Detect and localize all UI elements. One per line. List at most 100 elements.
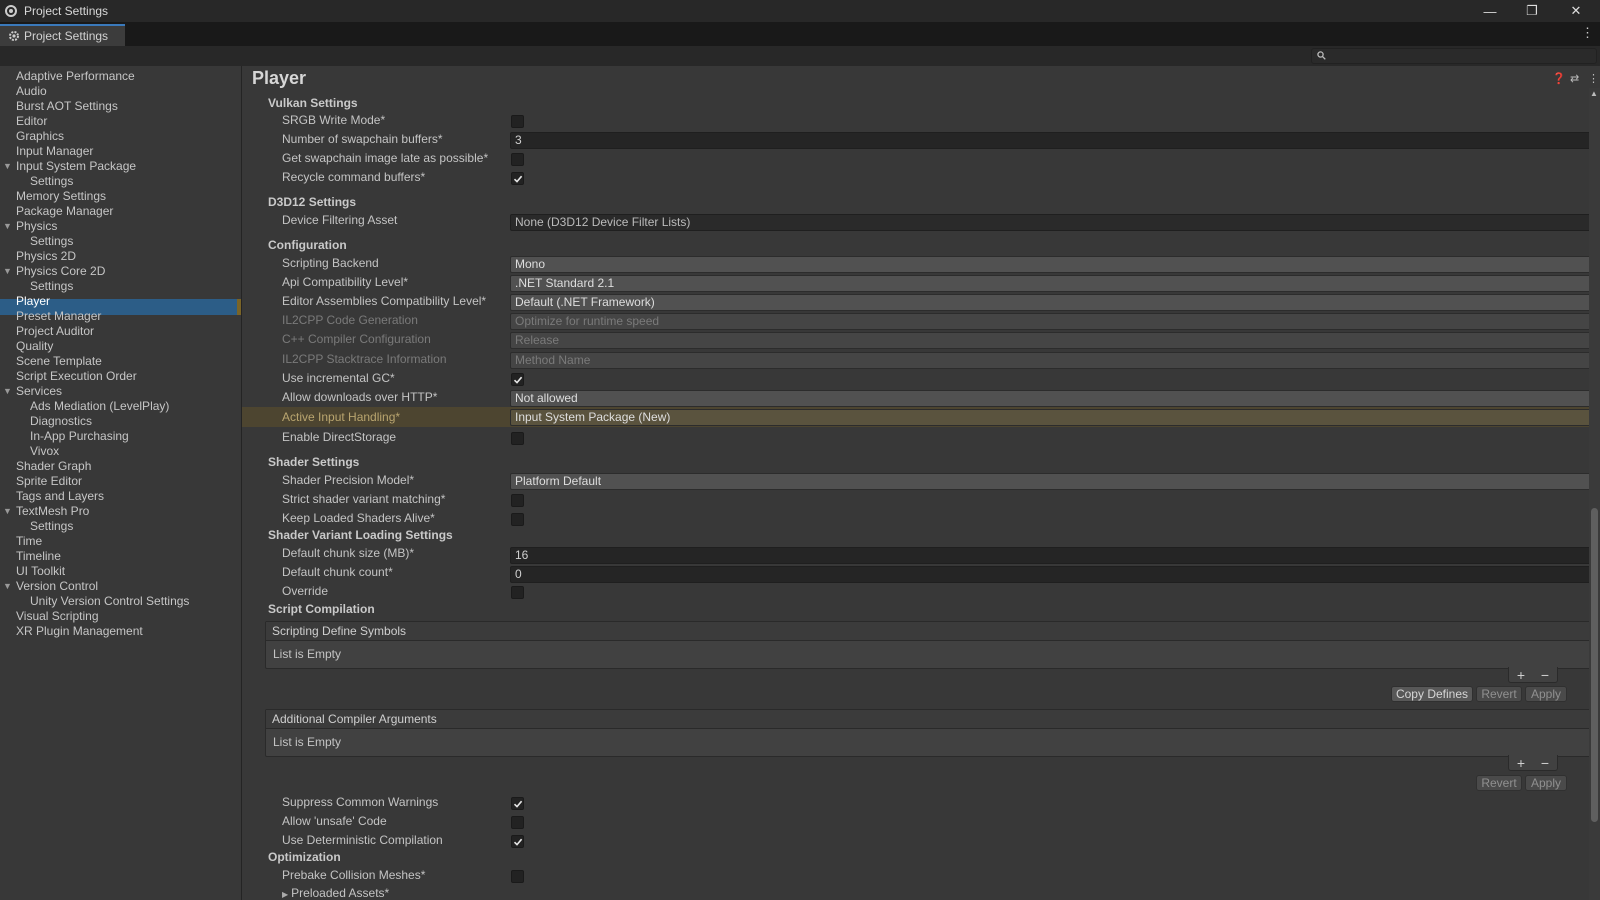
override-checkbox[interactable] [511,586,524,599]
scroll-up-icon[interactable]: ▲ [1590,89,1598,98]
foldout-arrow-icon[interactable]: ▼ [3,384,12,399]
foldout-arrow-icon[interactable]: ▼ [3,579,12,594]
remove-icon[interactable]: − [1541,755,1549,771]
sidebar-item[interactable]: ▼ Services [3,384,62,399]
prebake-meshes-checkbox[interactable] [511,870,524,883]
active-input-handling-dropdown[interactable]: Input System Package (New)▼ [510,409,1600,426]
tab-project-settings[interactable]: Project Settings [0,24,125,46]
sidebar-item[interactable]: Physics 2D [16,249,76,264]
device-filtering-field[interactable]: None (D3D12 Device Filter Lists) [510,214,1600,231]
sidebar-item[interactable]: Settings [30,279,73,294]
swapchain-buffers-field[interactable]: 3 [510,132,1600,149]
preloaded-assets-foldout[interactable]: ▶ Preloaded Assets* [282,885,389,900]
preset-icon[interactable]: ⇄ [1570,72,1579,85]
suppress-warnings-checkbox[interactable] [511,797,524,810]
sidebar-item[interactable]: XR Plugin Management [16,624,143,639]
sidebar-item[interactable]: ▼ Version Control [3,579,98,594]
args-apply-button[interactable]: Apply [1525,775,1567,791]
sidebar-item[interactable]: ▼ TextMesh Pro [3,504,89,519]
defines-apply-button[interactable]: Apply [1525,686,1567,702]
sidebar-item[interactable]: Tags and Layers [16,489,104,504]
recycle-buffers-checkbox[interactable] [511,172,524,185]
sidebar-item[interactable]: Package Manager [16,204,113,219]
foldout-arrow-icon[interactable]: ▼ [3,159,12,174]
sidebar-item-label: Memory Settings [16,189,107,203]
http-downloads-dropdown[interactable]: Not allowed▼ [510,390,1600,407]
incremental-gc-checkbox[interactable] [511,373,524,386]
sidebar-item[interactable]: ▼ Input System Package [3,159,136,174]
minimize-button[interactable]: — [1470,0,1510,22]
defines-revert-button[interactable]: Revert [1476,686,1522,702]
sidebar-item[interactable]: Shader Graph [16,459,91,474]
sidebar-item[interactable]: Burst AOT Settings [16,99,118,114]
foldout-arrow-icon[interactable]: ▼ [3,504,12,519]
search-input[interactable] [1311,48,1597,64]
close-button[interactable]: ✕ [1556,0,1596,22]
sidebar-item[interactable]: Quality [16,339,53,354]
sidebar-item[interactable]: ▼ Physics [3,219,57,234]
sidebar-item-label: Package Manager [16,204,114,218]
sidebar-item[interactable]: Visual Scripting [16,609,99,624]
sidebar-item[interactable]: Settings [30,234,73,249]
sidebar-item[interactable]: ▼ Physics Core 2D [3,264,105,279]
args-revert-button[interactable]: Revert [1476,775,1522,791]
editor-assemblies-dropdown[interactable]: Default (.NET Framework)▼ [510,294,1600,311]
scrollbar-thumb[interactable] [1591,508,1598,822]
maximize-button[interactable]: ❐ [1512,0,1552,22]
keep-shaders-checkbox[interactable] [511,513,524,526]
sidebar-item[interactable]: Player [16,294,50,309]
sidebar-item[interactable]: Timeline [16,549,61,564]
sidebar-item[interactable]: Audio [16,84,47,99]
window-menu-icon[interactable]: ⋮ [1581,25,1594,41]
add-icon[interactable]: + [1517,755,1525,771]
deterministic-checkbox[interactable] [511,835,524,848]
chunk-count-field[interactable]: 0 [510,566,1600,583]
strict-variant-checkbox[interactable] [511,494,524,507]
sidebar-item[interactable]: Settings [30,519,73,534]
sidebar-item[interactable]: UI Toolkit [16,564,65,579]
remove-icon[interactable]: − [1541,667,1549,683]
sidebar-item[interactable]: Script Execution Order [16,369,137,384]
tab-label: Project Settings [24,29,109,43]
sidebar-item[interactable]: Graphics [16,129,64,144]
sidebar-item[interactable]: Diagnostics [30,414,92,429]
sidebar-item-label: Script Execution Order [16,369,137,383]
foldout-arrow-icon[interactable]: ▼ [3,264,12,279]
sidebar-item[interactable]: Preset Manager [16,309,101,324]
sidebar-item[interactable]: Adaptive Performance [16,69,135,84]
sidebar-item[interactable]: Memory Settings [16,189,106,204]
active-input-handling-value: Input System Package (New) [515,410,671,424]
sidebar-item[interactable]: Settings [30,174,73,189]
compiler-args-header: Additional Compiler Arguments [266,710,1600,729]
shader-precision-dropdown[interactable]: Platform Default▼ [510,473,1600,490]
sidebar-item[interactable]: Vivox [30,444,59,459]
sidebar-item[interactable]: Sprite Editor [16,474,82,489]
sidebar-item[interactable]: Project Auditor [16,324,94,339]
more-options-icon[interactable]: ⋮ [1588,72,1599,85]
scripting-backend-dropdown[interactable]: Mono▼ [510,256,1600,273]
il2cpp-stacktrace-dropdown: Method Name▼ [510,352,1600,369]
chunk-size-field[interactable]: 16 [510,547,1600,564]
help-icon[interactable]: ❓ [1552,72,1566,85]
sidebar-item[interactable]: Unity Version Control Settings [30,594,189,609]
foldout-arrow-icon[interactable]: ▼ [3,219,12,234]
shader-precision-value: Platform Default [515,474,602,488]
sidebar-item-label: Input Manager [16,144,94,158]
sidebar-item[interactable]: Ads Mediation (LevelPlay) [30,399,169,414]
swapchain-late-checkbox[interactable] [511,153,524,166]
vertical-scrollbar[interactable]: ▲ [1589,88,1600,900]
sidebar-item-label: UI Toolkit [16,564,66,578]
unsafe-code-checkbox[interactable] [511,816,524,829]
checkmark-icon [513,838,523,846]
sidebar-item[interactable]: Time [16,534,42,549]
sidebar-item[interactable]: In-App Purchasing [30,429,129,444]
define-symbols-list-controls: + − [1508,667,1558,683]
srgb-write-mode-checkbox[interactable] [511,115,524,128]
sidebar-item[interactable]: Scene Template [16,354,102,369]
sidebar-item[interactable]: Input Manager [16,144,93,159]
sidebar-item[interactable]: Editor [16,114,47,129]
api-compat-dropdown[interactable]: .NET Standard 2.1▼ [510,275,1600,292]
add-icon[interactable]: + [1517,667,1525,683]
direct-storage-checkbox[interactable] [511,432,524,445]
copy-defines-button[interactable]: Copy Defines [1391,686,1473,702]
